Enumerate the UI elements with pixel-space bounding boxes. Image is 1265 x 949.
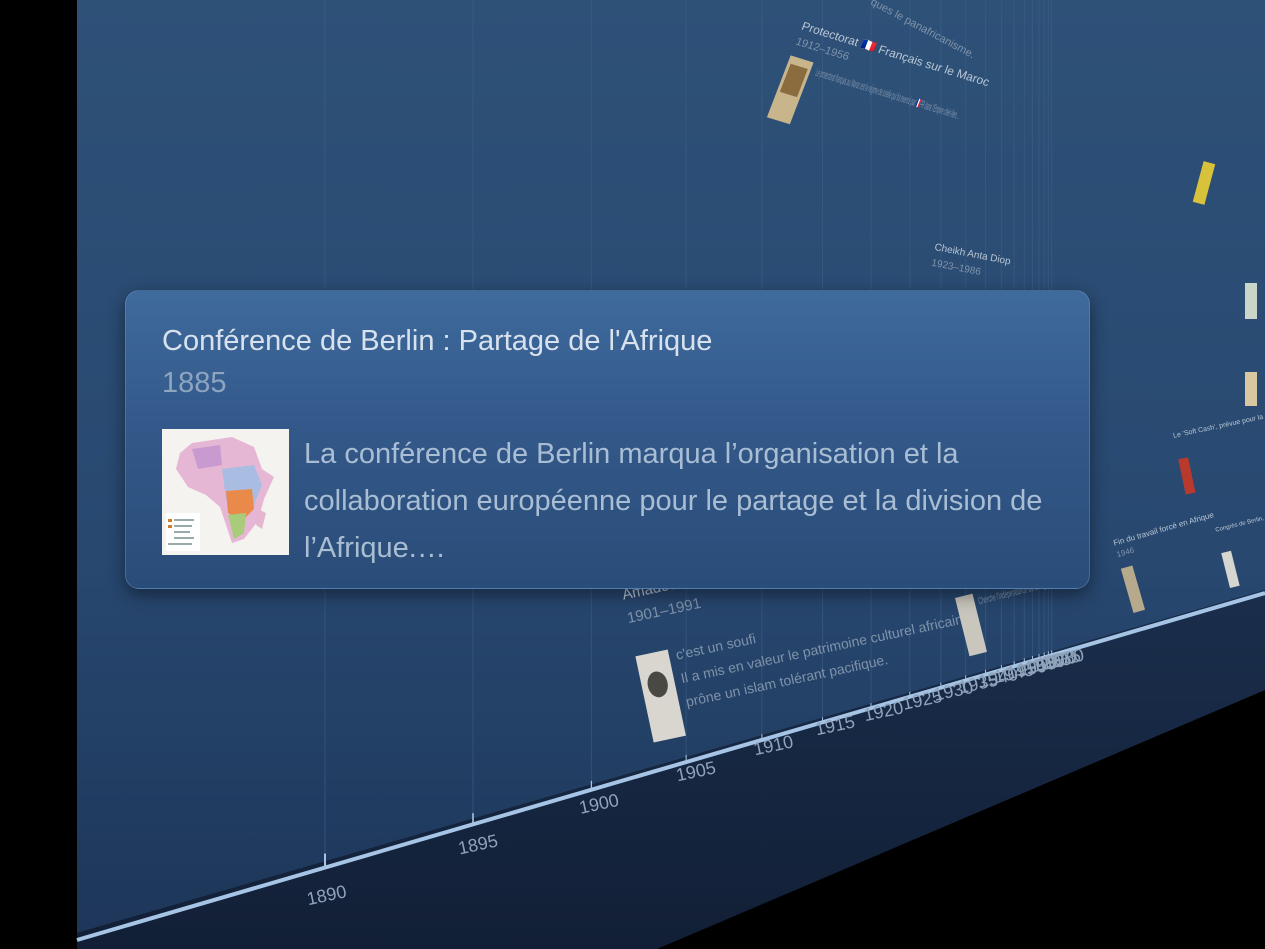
map-thumbnail[interactable]: [162, 429, 289, 555]
event-thumbnail-far[interactable]: [1245, 283, 1257, 319]
timeline-viewport[interactable]: 1890 1895 1900 1905 1910 1915 1920 1925 1930 1935…: [0, 0, 1265, 949]
tooltip-title: Conférence de Berlin : Partage de l'Afri…: [162, 325, 713, 357]
event-tooltip[interactable]: Conférence de Berlin : Partage de l'Afri…: [125, 290, 1090, 589]
tooltip-date: 1885: [162, 367, 227, 399]
event-thumbnail-far[interactable]: [1245, 372, 1257, 406]
tooltip-description: La conférence de Berlin marqua l’organis…: [304, 438, 1043, 564]
africa-map-image: [162, 429, 289, 555]
